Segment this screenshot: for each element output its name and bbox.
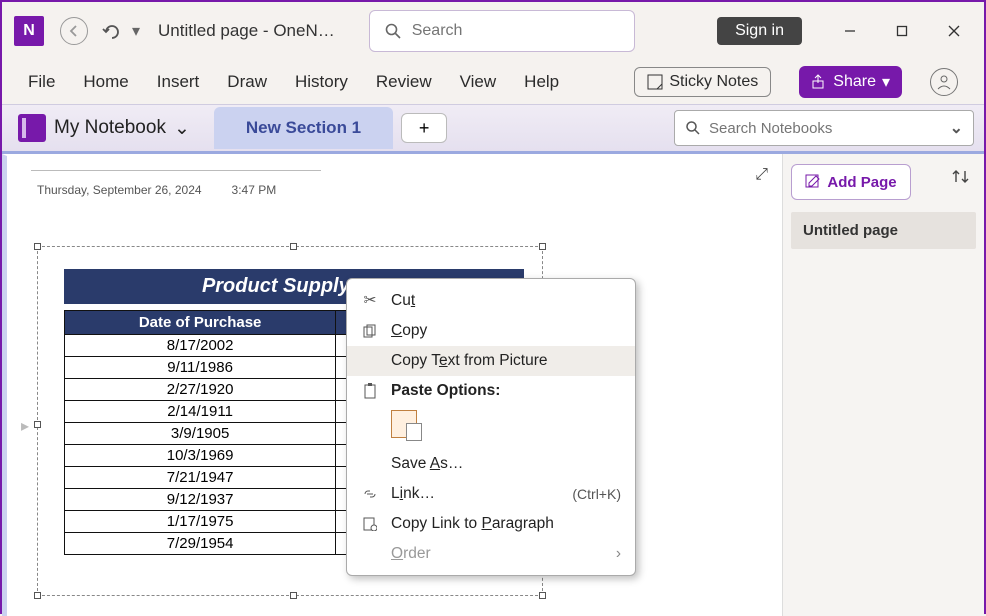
ctx-copy-text-from-picture[interactable]: Copy Text from Picture xyxy=(347,346,635,376)
page-title-input[interactable] xyxy=(31,170,321,171)
ctx-copy[interactable]: Copy xyxy=(347,316,635,346)
ctx-paste-keep-source[interactable] xyxy=(347,406,635,449)
context-menu: ✂ Cut Copy Copy Text from Picture Paste … xyxy=(346,278,636,576)
add-page-button[interactable]: Add Page xyxy=(791,164,911,200)
global-search[interactable] xyxy=(369,10,635,52)
notebook-bar: My Notebook ⌄ New Section 1 + ⌄ xyxy=(2,104,984,154)
col-date: Date of Purchase xyxy=(65,311,336,335)
menu-insert[interactable]: Insert xyxy=(157,72,200,92)
section-tab[interactable]: New Section 1 xyxy=(214,107,393,149)
paste-options-label: Paste Options: xyxy=(391,382,500,400)
signin-button[interactable]: Sign in xyxy=(717,17,802,45)
chevron-down-icon[interactable]: ⌄ xyxy=(950,118,963,138)
app-logo: N xyxy=(14,16,44,46)
add-page-label: Add Page xyxy=(827,174,896,191)
menu-file[interactable]: File xyxy=(28,72,55,92)
paragraph-link-icon xyxy=(361,517,379,531)
menu-history[interactable]: History xyxy=(295,72,348,92)
cut-icon: ✂ xyxy=(361,291,379,310)
add-section-button[interactable]: + xyxy=(401,113,447,143)
ctx-copy-link-paragraph[interactable]: Copy Link to Paragraph xyxy=(347,509,635,539)
sticky-notes-button[interactable]: Sticky Notes xyxy=(634,67,771,97)
notebook-search-input[interactable] xyxy=(709,120,942,137)
ctx-order: Order › xyxy=(347,539,635,569)
page-meta: Thursday, September 26, 2024 3:47 PM xyxy=(31,179,758,203)
chevron-down-icon: ▾ xyxy=(882,72,890,92)
notebook-search[interactable]: ⌄ xyxy=(674,110,974,146)
ctx-cut[interactable]: ✂ Cut xyxy=(347,285,635,316)
container-move-handle[interactable]: ▸ xyxy=(21,416,29,436)
sticky-label: Sticky Notes xyxy=(669,73,758,91)
window-title: Untitled page - OneN… xyxy=(158,21,335,41)
menubar: File Home Insert Draw History Review Vie… xyxy=(2,60,984,104)
titlebar: N ▾ Untitled page - OneN… Sign in xyxy=(2,2,984,60)
page-list-item[interactable]: Untitled page xyxy=(791,212,976,249)
chevron-down-icon: ⌄ xyxy=(174,117,190,140)
notebook-picker[interactable]: My Notebook ⌄ xyxy=(2,114,206,142)
share-button[interactable]: Share ▾ xyxy=(799,66,902,98)
close-button[interactable] xyxy=(930,13,978,49)
notebook-name: My Notebook xyxy=(54,117,166,139)
menu-view[interactable]: View xyxy=(460,72,497,92)
edit-icon xyxy=(805,174,821,190)
notebook-icon xyxy=(18,114,46,142)
search-input[interactable] xyxy=(412,22,620,40)
page-time: 3:47 PM xyxy=(232,183,277,197)
user-icon[interactable] xyxy=(930,68,958,96)
share-icon xyxy=(811,74,827,90)
link-icon xyxy=(361,488,379,500)
copy-icon xyxy=(361,324,379,338)
note-icon xyxy=(647,74,663,90)
ctx-paste-options-header: Paste Options: xyxy=(347,376,635,406)
menu-home[interactable]: Home xyxy=(83,72,128,92)
qat-dropdown[interactable]: ▾ xyxy=(132,21,140,41)
back-button[interactable] xyxy=(60,17,88,45)
menu-help[interactable]: Help xyxy=(524,72,559,92)
ctx-link[interactable]: Link… (Ctrl+K) xyxy=(347,479,635,509)
link-shortcut: (Ctrl+K) xyxy=(572,486,621,502)
expand-icon[interactable]: ⤢ xyxy=(755,166,768,184)
paste-icon xyxy=(361,383,379,399)
page-date: Thursday, September 26, 2024 xyxy=(37,183,202,197)
undo-button[interactable] xyxy=(100,20,122,42)
maximize-button[interactable] xyxy=(878,13,926,49)
pages-sidebar: Add Page Untitled page xyxy=(782,154,984,616)
menu-draw[interactable]: Draw xyxy=(227,72,267,92)
minimize-button[interactable] xyxy=(826,13,874,49)
search-icon xyxy=(384,22,402,40)
ctx-save-as[interactable]: Save As… xyxy=(347,449,635,479)
menu-review[interactable]: Review xyxy=(376,72,432,92)
share-label: Share xyxy=(833,73,876,91)
sort-icon[interactable] xyxy=(952,168,970,186)
chevron-right-icon: › xyxy=(616,545,621,563)
paste-option-icon xyxy=(391,410,417,438)
search-icon xyxy=(685,120,701,136)
